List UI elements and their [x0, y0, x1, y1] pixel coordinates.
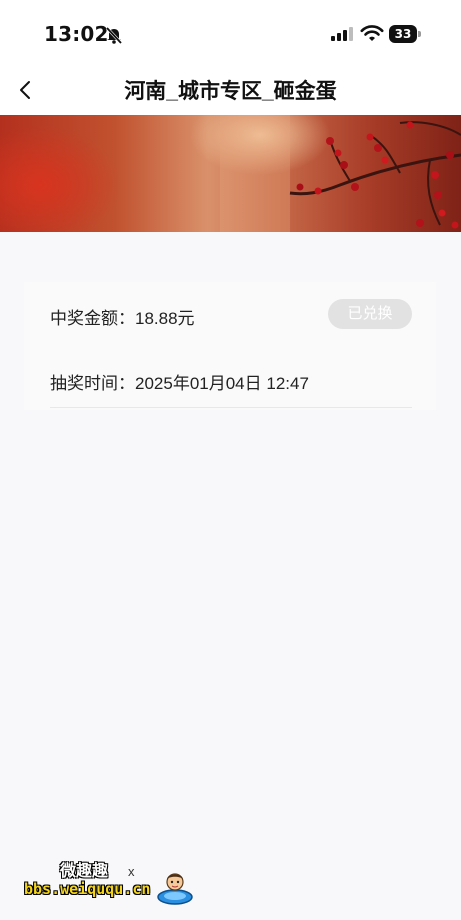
prize-amount-row: 中奖金额：18.88元: [50, 304, 195, 329]
row-divider: [50, 407, 412, 408]
watermark-mascot-icon: [157, 873, 193, 905]
watermark-brand: 微趣趣: [60, 861, 109, 880]
prize-record-card: 中奖金额：18.88元 已兑换 抽奖时间：2025年01月04日 12:47: [24, 282, 436, 410]
wifi-icon: [360, 25, 384, 41]
draw-time-label: 抽奖时间：: [50, 374, 135, 393]
draw-time-value: 2025年01月04日 12:47: [135, 374, 309, 393]
battery-tip: [418, 31, 421, 37]
prize-amount-label: 中奖金额：: [50, 309, 135, 328]
prize-amount-value: 18.88元: [135, 309, 195, 328]
banner-image: [0, 115, 461, 232]
berry-branch-decoration: [220, 115, 461, 232]
redeemed-button[interactable]: 已兑换: [328, 299, 412, 329]
page-title: 河南_城市专区_砸金蛋: [124, 80, 337, 103]
status-time: 13:02: [44, 22, 109, 46]
watermark-url: bbs.weiququ.cn: [24, 880, 151, 898]
status-bar: 13:02 33: [0, 0, 461, 66]
battery-level: 33: [389, 25, 417, 43]
nav-bar: 河南_城市专区_砸金蛋: [0, 66, 461, 115]
draw-time-row: 抽奖时间：2025年01月04日 12:47: [50, 369, 309, 394]
back-arrow-icon[interactable]: [12, 76, 40, 104]
watermark-mark: x: [128, 864, 135, 879]
silent-bell-icon: [105, 26, 123, 45]
battery-indicator: 33: [389, 25, 421, 43]
signal-icon: [331, 27, 353, 41]
